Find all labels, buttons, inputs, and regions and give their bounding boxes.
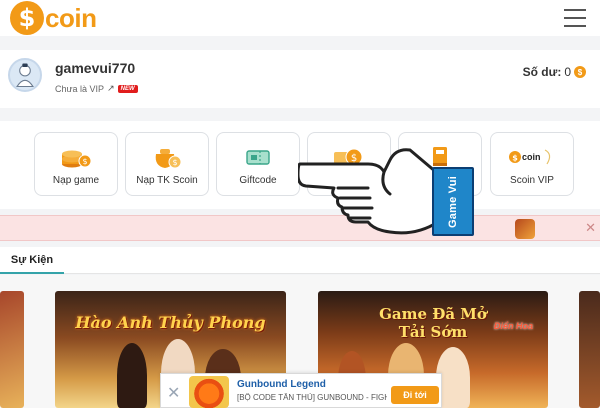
scoin-vip-icon: $ coin <box>507 145 557 169</box>
banner-title: Hào Anh Thủy Phong <box>75 313 266 332</box>
vip-status-text: Chưa là VIP <box>55 83 105 94</box>
coin-icon: $ <box>574 66 586 78</box>
action-label: Nạp TK Scoin <box>136 175 198 186</box>
ad-popup: ✕ Gunbound Legend [BỘ CODE TÂN THỦ] GUNB… <box>160 373 442 408</box>
scoin-logo[interactable]: $ coin <box>10 1 97 35</box>
event-banner-next[interactable] <box>579 291 600 408</box>
game-thumbnail-icon[interactable] <box>515 219 535 239</box>
action-label: Nạp game <box>52 175 100 186</box>
ticket-icon <box>243 145 273 169</box>
action-giftcode-button[interactable]: Giftcode <box>216 132 300 196</box>
logo-coin-icon: $ <box>10 1 44 35</box>
game-app-icon[interactable] <box>189 376 229 408</box>
vip-status-line[interactable]: Chưa là VIP ↗ NEW <box>55 83 138 94</box>
event-banner-prev[interactable] <box>0 291 24 408</box>
username: gamevui770 <box>55 60 136 76</box>
new-badge: NEW <box>117 84 138 93</box>
svg-text:$: $ <box>172 158 177 167</box>
logo-text: coin <box>45 2 97 33</box>
gamevui-tag-text: Game Vui <box>447 175 459 228</box>
action-nap-game-button[interactable]: $ Nạp game <box>34 132 118 196</box>
svg-text:$: $ <box>512 154 518 163</box>
action-nap-tk-scoin-button[interactable]: $ Nạp TK Scoin <box>125 132 209 196</box>
balance: Số dư: 0 $ <box>523 65 586 79</box>
svg-text:$: $ <box>82 157 87 166</box>
user-info-card: gamevui770 Chưa là VIP ↗ NEW Số dư: 0 $ <box>0 50 600 108</box>
balance-value: 0 <box>564 65 571 79</box>
user-avatar-icon <box>16 63 34 87</box>
action-scoin-vip-button[interactable]: $ coin Scoin VIP <box>490 132 574 196</box>
action-label: Giftcode <box>239 175 277 186</box>
coin-stack-icon: $ <box>59 145 93 169</box>
balance-label: Số dư: <box>522 65 562 79</box>
external-link-icon[interactable]: ↗ <box>107 83 115 94</box>
action-label: Scoin VIP <box>510 175 554 186</box>
ad-title[interactable]: Gunbound Legend <box>237 379 326 390</box>
character-figure <box>117 343 147 408</box>
pointing-hand-icon <box>298 148 440 235</box>
banner-title: Game Đã Mở Tải Sớm <box>379 305 487 341</box>
top-header: $ coin <box>0 0 600 36</box>
tab-bar: Sự Kiện <box>0 247 600 274</box>
coin-bag-icon: $ <box>150 145 184 169</box>
close-icon[interactable]: ✕ <box>585 220 596 236</box>
svg-text:coin: coin <box>522 152 541 162</box>
ad-description: [BỘ CODE TÂN THỦ] GUNBOUND - FIGHT2ADD -… <box>237 393 387 402</box>
banner-brand: Điển Hoa <box>494 321 534 331</box>
close-icon[interactable]: ✕ <box>167 383 180 403</box>
tab-su-kien[interactable]: Sự Kiện <box>0 247 64 274</box>
hamburger-icon[interactable] <box>564 9 586 27</box>
avatar[interactable] <box>8 58 42 92</box>
gamevui-watermark-tag: Game Vui <box>432 167 474 236</box>
go-button[interactable]: Đi tới <box>391 386 439 404</box>
